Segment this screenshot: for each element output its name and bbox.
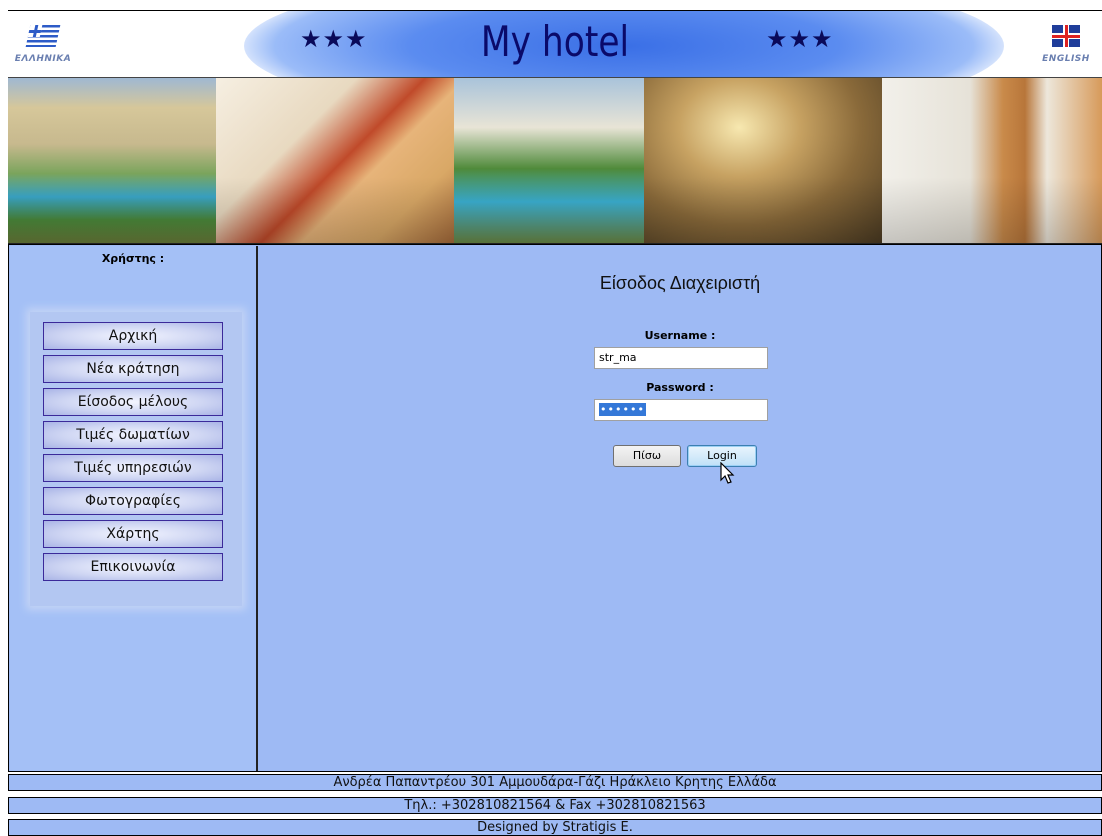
password-value: •••••• [599,403,646,416]
nav-menu: Αρχική Νέα κράτηση Είσοδος μέλους Τιμές … [30,312,242,606]
menu-map-button[interactable]: Χάρτης [43,520,223,548]
menu-room-prices-button[interactable]: Τιμές δωματίων [43,421,223,449]
page-title: Είσοδος Διαχειριστή [599,273,761,293]
site-header: ΕΛΛΗΝΙΚΑ ★★★ My hotel ★★★ ENGLISH [8,10,1102,78]
photo-room-2 [882,78,1102,243]
menu-service-prices-button[interactable]: Τιμές υπηρεσιών [43,454,223,482]
mouse-cursor-icon [720,462,735,484]
greek-language-link[interactable]: ΕΛΛΗΝΙΚΑ [8,25,78,64]
menu-contact-button[interactable]: Επικοινωνία [43,553,223,581]
password-input[interactable]: •••••• [594,399,768,421]
stars-right: ★★★ [766,25,834,53]
photo-restaurant [644,78,882,243]
main-frame: Χρήστης : Αρχική Νέα κράτηση Είσοδος μέλ… [8,244,1102,772]
user-label: Χρήστης : [101,252,165,265]
photo-room [216,78,454,243]
password-label: Password : [646,381,714,394]
menu-home-button[interactable]: Αρχική [43,322,223,350]
menu-new-booking-button[interactable]: Νέα κράτηση [43,355,223,383]
english-language-link[interactable]: ENGLISH [1026,25,1102,64]
greek-language-label[interactable]: ΕΛΛΗΝΙΚΑ [8,54,78,64]
hotel-photo-banner [8,77,1102,245]
site-title: My hotel [480,17,630,66]
photo-pool-palm [454,78,644,243]
back-button[interactable]: Πίσω [613,445,681,467]
footer-address: Ανδρέα Παπαντρέου 301 Αμμουδάρα-Γάζι Ηρά… [8,774,1102,791]
greek-flag-icon[interactable] [25,25,61,47]
username-label: Username : [644,329,716,342]
photo-hotel-pool [8,78,216,243]
menu-member-login-button[interactable]: Είσοδος μέλους [43,388,223,416]
username-input[interactable]: str_ma [594,347,768,369]
login-panel: Είσοδος Διαχειριστή Username : str_ma Pa… [260,246,1100,771]
footer-credits: Designed by Stratigis E. [8,819,1102,836]
sidebar: Χρήστης : Αρχική Νέα κράτηση Είσοδος μέλ… [10,246,258,771]
menu-photos-button[interactable]: Φωτογραφίες [43,487,223,515]
english-language-label[interactable]: ENGLISH [1026,54,1102,64]
footer-phone: Τηλ.: +302810821564 & Fax +302810821563 [8,797,1102,814]
uk-flag-icon[interactable] [1052,25,1080,47]
